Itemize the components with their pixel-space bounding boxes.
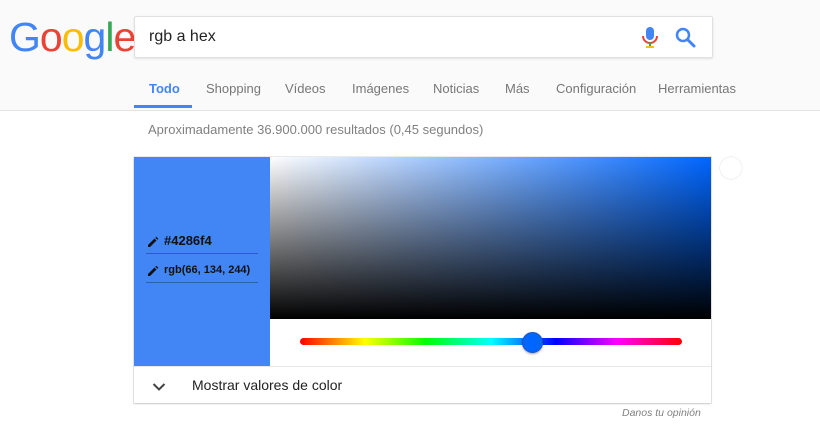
logo-letter: o (61, 14, 85, 60)
tab-videos[interactable]: Vídeos (285, 70, 325, 108)
pencil-icon (147, 235, 159, 247)
tab-configuracion[interactable]: Configuración (556, 70, 636, 108)
mic-icon[interactable] (640, 26, 660, 48)
chevron-down-icon (152, 379, 166, 391)
tab-mas[interactable]: Más (505, 70, 530, 108)
rgb-value[interactable]: rgb(66, 134, 244) (164, 264, 250, 276)
logo-letter: l (105, 14, 114, 60)
show-color-values-label: Mostrar valores de color (192, 377, 343, 393)
tab-herramientas[interactable]: Herramientas (658, 70, 736, 108)
tab-shopping[interactable]: Shopping (206, 70, 261, 108)
show-color-values-toggle[interactable]: Mostrar valores de color (134, 367, 711, 403)
feedback-link[interactable]: Danos tu opinión (622, 407, 701, 419)
search-box (134, 16, 713, 58)
hex-value[interactable]: #4286f4 (164, 233, 212, 248)
search-icon[interactable] (674, 26, 696, 48)
rgb-field[interactable]: rgb(66, 134, 244) (146, 259, 258, 283)
logo-letter: g (83, 14, 107, 60)
header: Google Todo Shopping Vídeos Imágenes Not… (0, 0, 820, 111)
saturation-handle[interactable] (720, 157, 742, 179)
tab-noticias[interactable]: Noticias (433, 70, 479, 108)
active-tab-indicator (134, 105, 192, 108)
tab-todo[interactable]: Todo (149, 70, 180, 108)
color-picker-card: #4286f4 rgb(66, 134, 244) Mostrar valore… (134, 157, 742, 403)
color-swatch: #4286f4 rgb(66, 134, 244) (134, 157, 270, 366)
hue-slider[interactable] (300, 338, 682, 345)
logo-letter: e (113, 14, 136, 60)
hue-slider-thumb[interactable] (522, 332, 543, 353)
search-input[interactable] (149, 17, 629, 57)
tab-imagenes[interactable]: Imágenes (352, 70, 409, 108)
saturation-panel[interactable] (270, 157, 742, 319)
logo-letter: G (9, 14, 41, 60)
pencil-icon (147, 264, 159, 276)
hex-field[interactable]: #4286f4 (146, 230, 258, 254)
google-logo[interactable]: Google (9, 14, 136, 61)
results-stats: Aproximadamente 36.900.000 resultados (0… (148, 122, 484, 137)
logo-letter: o (39, 14, 63, 60)
